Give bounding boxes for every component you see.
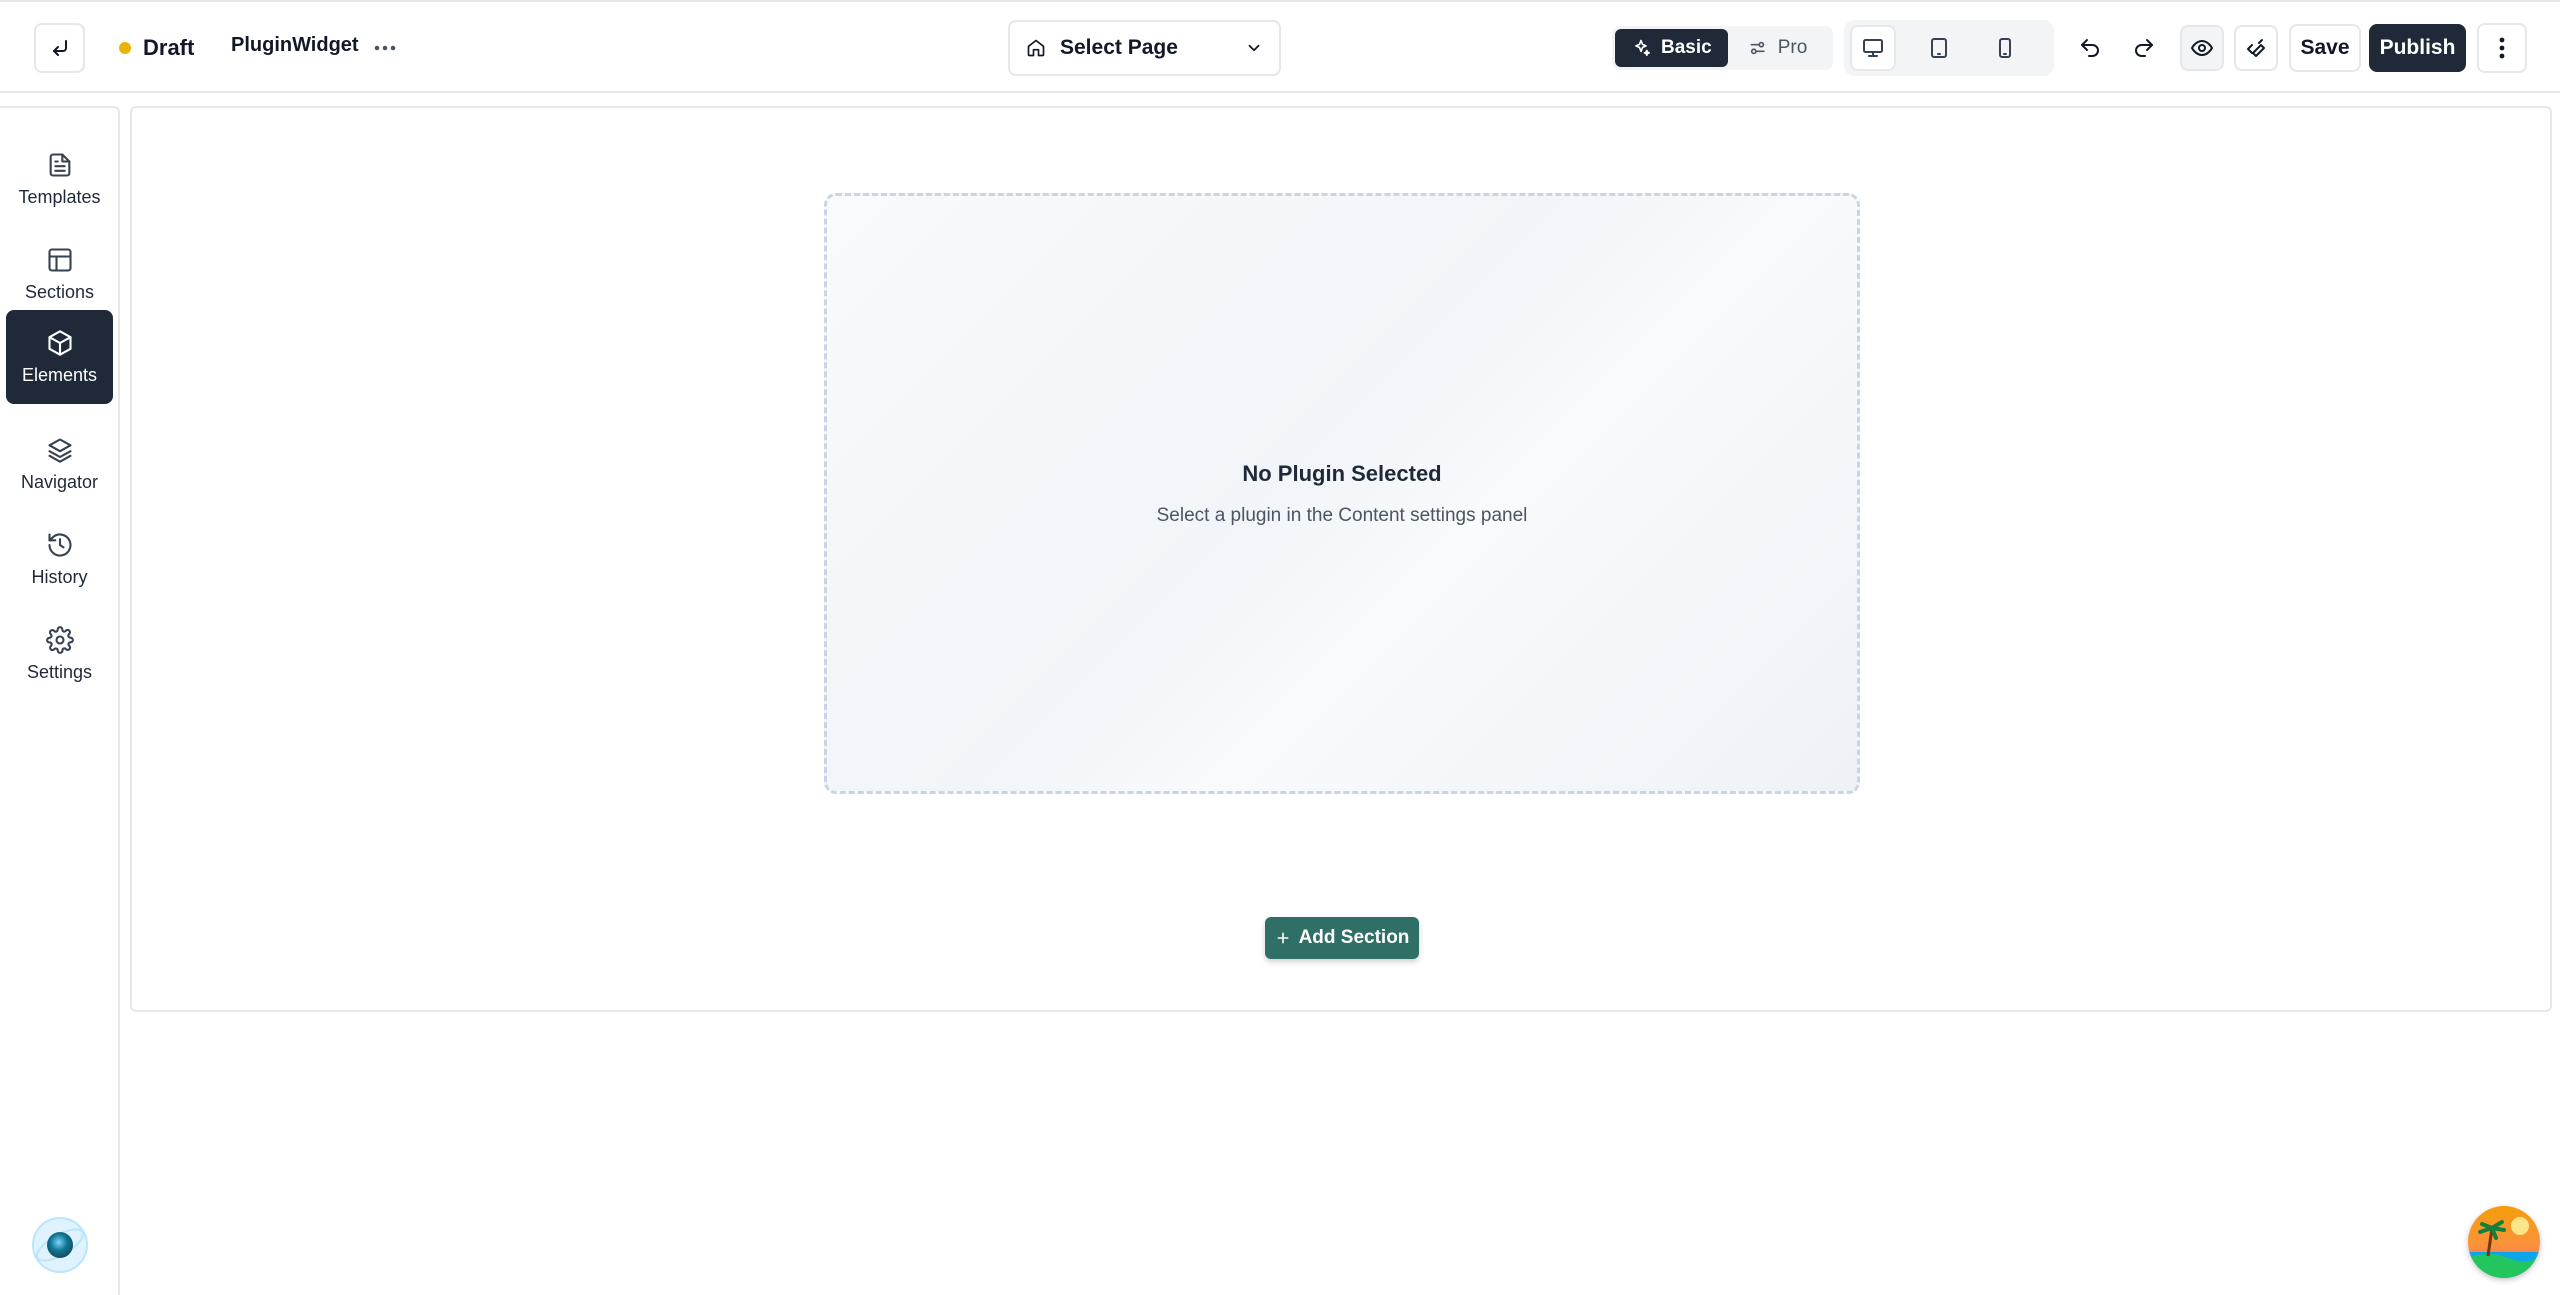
- sidebar-item-label: Navigator: [20, 471, 99, 492]
- back-button[interactable]: [34, 23, 85, 73]
- sidebar-item-templates[interactable]: Templates: [6, 132, 113, 226]
- sidebar-item-sections[interactable]: Sections: [6, 227, 113, 321]
- layers-icon: [46, 436, 74, 464]
- history-icon: [46, 531, 74, 559]
- left-sidebar: Templates Sections Elements Navigator Hi…: [0, 106, 120, 1295]
- assistant-orb-icon[interactable]: [30, 1215, 90, 1275]
- editor-mode-toggle: Basic Pro: [1612, 26, 1833, 70]
- project-name[interactable]: PluginWidget: [231, 34, 359, 57]
- status-dot: [119, 42, 131, 54]
- layout-icon: [46, 246, 74, 274]
- mobile-icon: [1993, 36, 2017, 60]
- add-section-button[interactable]: Add Section: [1265, 917, 1419, 959]
- redo-button[interactable]: [2122, 25, 2166, 71]
- tablet-view-button[interactable]: [1916, 25, 1962, 71]
- chevron-down-icon: [1245, 39, 1263, 57]
- sidebar-item-elements[interactable]: Elements: [6, 310, 113, 404]
- sidebar-item-label: Templates: [18, 186, 101, 207]
- tablet-icon: [1927, 36, 1951, 60]
- device-preview-toggle: [1844, 20, 2054, 76]
- save-button[interactable]: Save: [2289, 24, 2361, 72]
- file-text-icon: [46, 151, 74, 179]
- draft-status: Draft: [119, 32, 194, 64]
- top-toolbar: Draft PluginWidget Select Page Basic Pro…: [0, 0, 2560, 93]
- page-canvas[interactable]: No Plugin Selected Select a plugin in th…: [130, 106, 2552, 1012]
- desktop-icon: [1861, 36, 1885, 60]
- sidebar-item-label: Elements: [21, 364, 98, 385]
- plus-icon: [1275, 930, 1291, 946]
- gear-icon: [45, 625, 74, 654]
- code-edit-icon: [2244, 36, 2268, 60]
- project-options-button[interactable]: [370, 32, 400, 64]
- sidebar-item-label: Sections: [24, 281, 95, 302]
- box-icon: [46, 329, 74, 357]
- sidebar-item-settings[interactable]: Settings: [6, 607, 113, 701]
- plugin-placeholder[interactable]: No Plugin Selected Select a plugin in th…: [824, 193, 1860, 794]
- page-select-dropdown[interactable]: Select Page: [1008, 20, 1281, 76]
- sidebar-item-history[interactable]: History: [6, 512, 113, 606]
- sidebar-item-navigator[interactable]: Navigator: [6, 417, 113, 511]
- sidebar-item-label: History: [31, 566, 88, 587]
- page-select-label: Select Page: [1060, 36, 1178, 59]
- code-editor-button[interactable]: [2234, 25, 2278, 71]
- more-vertical-icon: [2499, 37, 2505, 59]
- eye-icon: [2190, 36, 2214, 60]
- mode-basic-button[interactable]: Basic: [1615, 29, 1728, 67]
- undo-button[interactable]: [2068, 25, 2112, 71]
- return-arrow-icon: [48, 36, 72, 60]
- mode-pro-label: Pro: [1777, 37, 1808, 58]
- desktop-view-button[interactable]: [1850, 25, 1896, 71]
- mode-pro-button[interactable]: Pro: [1732, 29, 1824, 67]
- user-avatar[interactable]: [2468, 1206, 2540, 1278]
- preview-button[interactable]: [2180, 25, 2224, 71]
- home-icon: [1026, 38, 1046, 58]
- sliders-icon: [1748, 38, 1768, 58]
- status-label: Draft: [143, 35, 195, 60]
- placeholder-title: No Plugin Selected: [1242, 460, 1442, 486]
- add-section-label: Add Section: [1298, 927, 1410, 948]
- undo-icon: [2078, 36, 2102, 60]
- redo-icon: [2132, 36, 2156, 60]
- publish-button[interactable]: Publish: [2369, 24, 2466, 72]
- mode-basic-label: Basic: [1661, 37, 1712, 58]
- placeholder-subtitle: Select a plugin in the Content settings …: [1156, 504, 1528, 526]
- sidebar-item-label: Settings: [26, 661, 93, 682]
- sparkles-icon: [1631, 38, 1651, 58]
- more-options-button[interactable]: [2477, 23, 2527, 73]
- mobile-view-button[interactable]: [1982, 25, 2028, 71]
- more-horizontal-icon: [374, 45, 396, 51]
